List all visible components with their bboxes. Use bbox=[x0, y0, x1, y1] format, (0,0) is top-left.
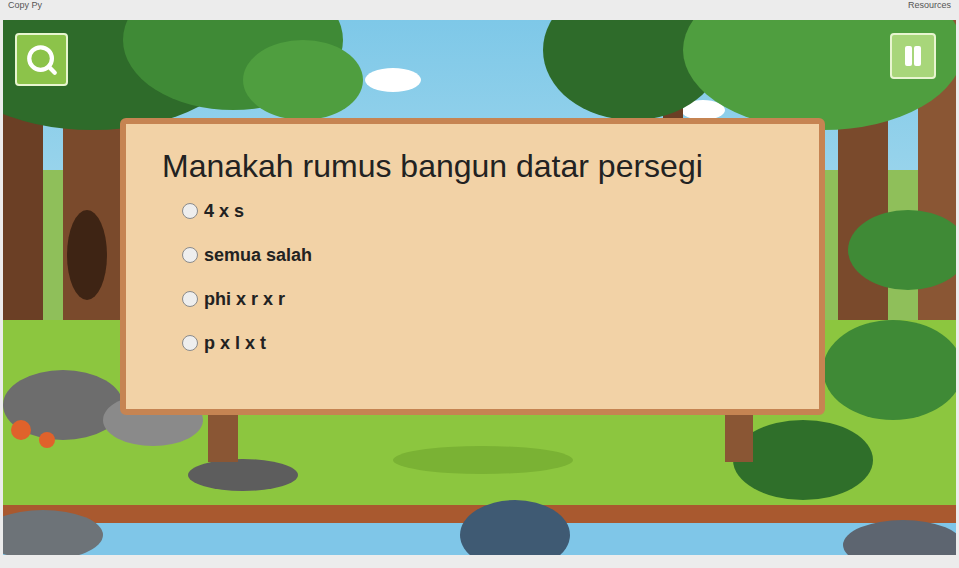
search-button[interactable] bbox=[15, 33, 68, 86]
option-label: phi x r x r bbox=[204, 286, 285, 312]
option-label: semua salah bbox=[204, 242, 312, 268]
pause-button[interactable] bbox=[890, 33, 936, 79]
radio-button[interactable] bbox=[182, 203, 198, 219]
radio-button[interactable] bbox=[182, 291, 198, 307]
radio-button[interactable] bbox=[182, 247, 198, 263]
option-list: 4 x s semua salah phi x r x r p x l x t bbox=[182, 198, 799, 356]
option-item[interactable]: semua salah bbox=[182, 242, 799, 268]
top-bar-left: Copy Py bbox=[8, 0, 42, 10]
option-item[interactable]: 4 x s bbox=[182, 198, 799, 224]
quiz-board: Manakah rumus bangun datar persegi 4 x s s… bbox=[120, 118, 825, 415]
pause-icon bbox=[901, 44, 925, 68]
option-label: 4 x s bbox=[204, 198, 244, 224]
question-text: Manakah rumus bangun datar persegi bbox=[162, 146, 799, 186]
top-bar: Copy Py Resources bbox=[0, 0, 959, 20]
option-item[interactable]: phi x r x r bbox=[182, 286, 799, 312]
resources-link[interactable]: Resources bbox=[908, 0, 951, 10]
game-scene: Manakah rumus bangun datar persegi 4 x s s… bbox=[3, 20, 956, 555]
option-item[interactable]: p x l x t bbox=[182, 330, 799, 356]
option-label: p x l x t bbox=[204, 330, 266, 356]
radio-button[interactable] bbox=[182, 335, 198, 351]
magnifier-icon bbox=[25, 43, 59, 77]
page: Copy Py Resources Manakah rumus bangun dat… bbox=[0, 0, 959, 568]
